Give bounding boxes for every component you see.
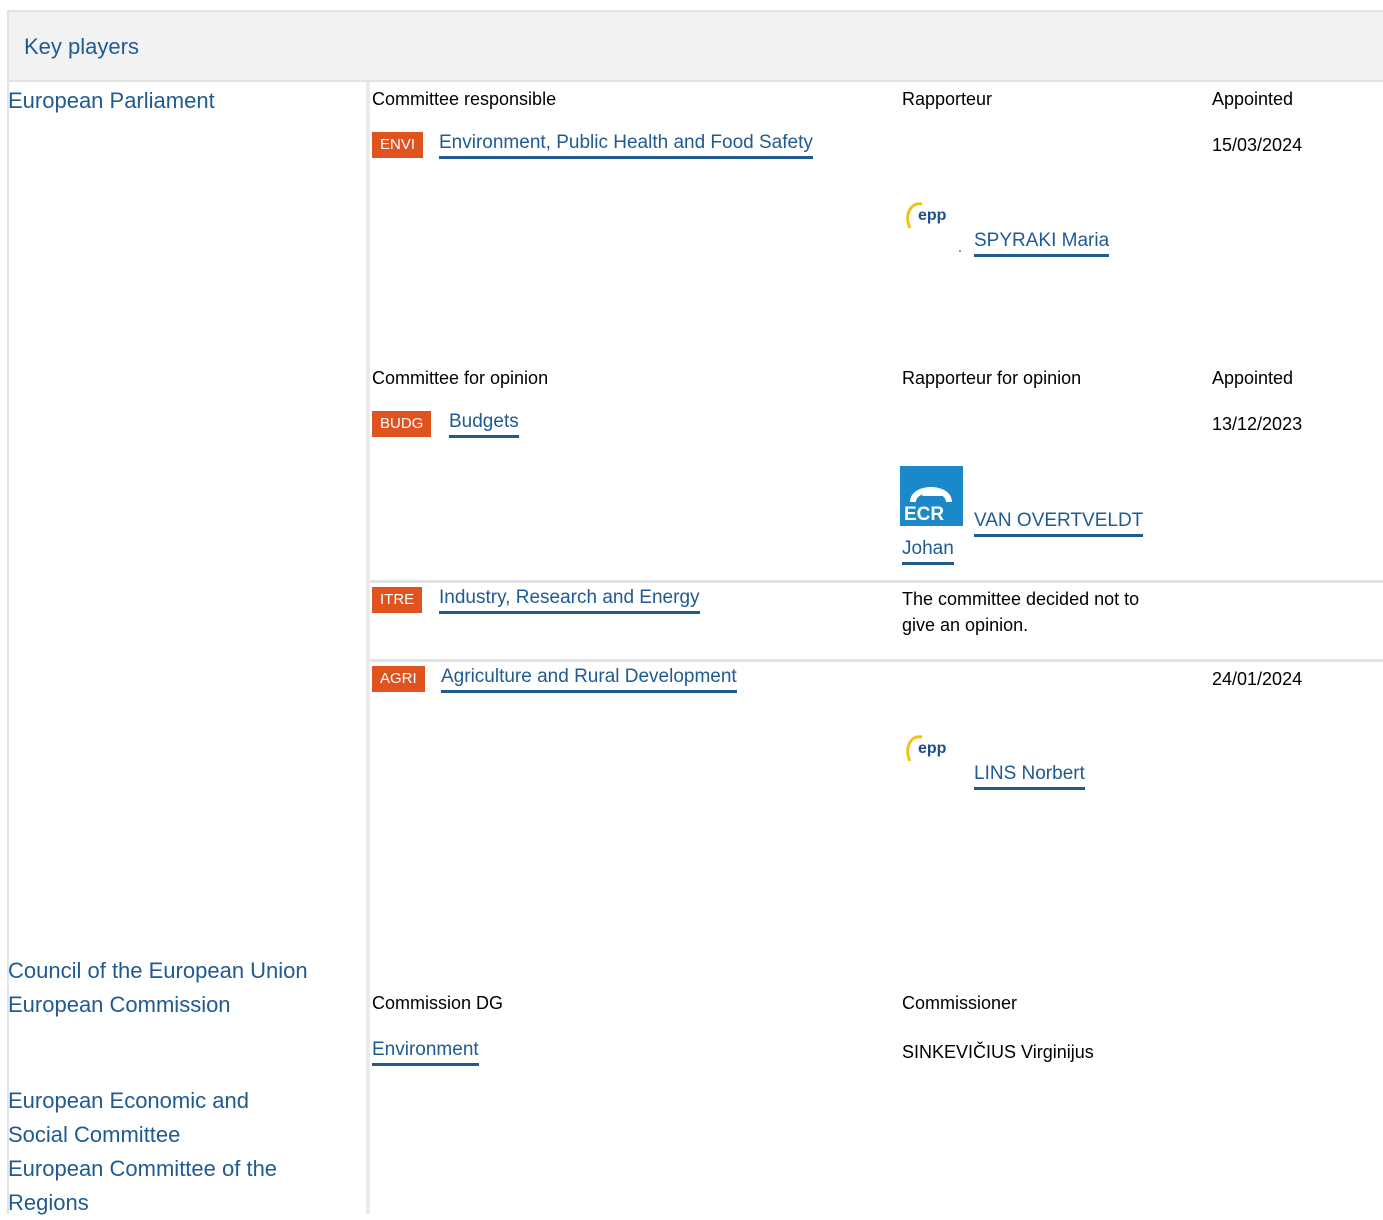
column-divider [366, 82, 370, 1214]
column-header-committee-opinion: Committee for opinion [372, 368, 549, 388]
rapporteur-link-van-overtveldt-line2[interactable]: Johan [902, 537, 954, 565]
no-opinion-note: The committee decided not to give an opi… [902, 586, 1139, 638]
committee-badge-envi: ENVI [372, 132, 424, 158]
institution-council[interactable]: Council of the European Union [8, 954, 308, 988]
institution-cor[interactable]: European Committee of the Regions [8, 1152, 277, 1220]
no-opinion-note-line1: The committee decided not to [902, 589, 1140, 609]
epp-logo-icon: epp [900, 721, 964, 785]
svg-text:ECR: ECR [904, 504, 944, 525]
column-header-commission-dg: Commission DG [372, 993, 504, 1013]
commission-dg-link-environment[interactable]: Environment [372, 1038, 479, 1066]
row-separator [370, 580, 1383, 583]
appointed-date-envi: 15/03/2024 [1212, 135, 1303, 155]
institution-commission[interactable]: European Commission [8, 988, 231, 1022]
committee-badge-itre: ITRE [372, 587, 423, 613]
rapporteur-link-spyraki[interactable]: SPYRAKI Maria [974, 229, 1110, 257]
committee-badge-agri: AGRI [372, 666, 425, 692]
panel-header: Key players [9, 12, 1383, 82]
committee-link-agri[interactable]: Agriculture and Rural Development [441, 665, 737, 693]
appointed-date-budg: 13/12/2023 [1212, 414, 1303, 434]
institution-eesc-line1: European Economic and [8, 1088, 249, 1113]
institution-eesc[interactable]: European Economic and Social Committee [8, 1084, 249, 1152]
appointed-date-agri: 24/01/2024 [1212, 669, 1303, 689]
column-header-rapporteur-opinion: Rapporteur for opinion [902, 368, 1082, 388]
svg-text:epp: epp [918, 207, 947, 224]
column-header-appointed-opinion: Appointed [1212, 368, 1294, 388]
institution-parliament[interactable]: European Parliament [8, 84, 215, 118]
committee-link-envi[interactable]: Environment, Public Health and Food Safe… [439, 131, 813, 159]
rapporteur-link-lins[interactable]: LINS Norbert [974, 762, 1085, 790]
committee-badge-budg: BUDG [372, 411, 432, 437]
institution-eesc-line2: Social Committee [8, 1122, 181, 1147]
committee-link-budg[interactable]: Budgets [449, 410, 519, 438]
institution-cor-line2: Regions [8, 1190, 89, 1215]
column-header-commissioner: Commissioner [902, 993, 1018, 1013]
column-header-rapporteur: Rapporteur [902, 89, 993, 109]
column-header-appointed: Appointed [1212, 89, 1294, 109]
ecr-logo-icon: ECR [900, 466, 963, 526]
rapporteur-link-van-overtveldt[interactable]: VAN OVERTVELDT [974, 509, 1144, 537]
svg-text:epp: epp [918, 740, 947, 757]
epp-logo-icon: epp [900, 188, 964, 252]
institution-cor-line1: European Committee of the [8, 1156, 278, 1181]
row-separator [370, 659, 1383, 662]
column-header-committee-responsible: Committee responsible [372, 89, 557, 109]
no-opinion-note-line2: give an opinion. [902, 615, 1029, 635]
commissioner-name: SINKEVIČIUS Virginijus [902, 1042, 1094, 1062]
committee-link-itre[interactable]: Industry, Research and Energy [439, 586, 700, 614]
panel-title: Key players [24, 34, 139, 59]
